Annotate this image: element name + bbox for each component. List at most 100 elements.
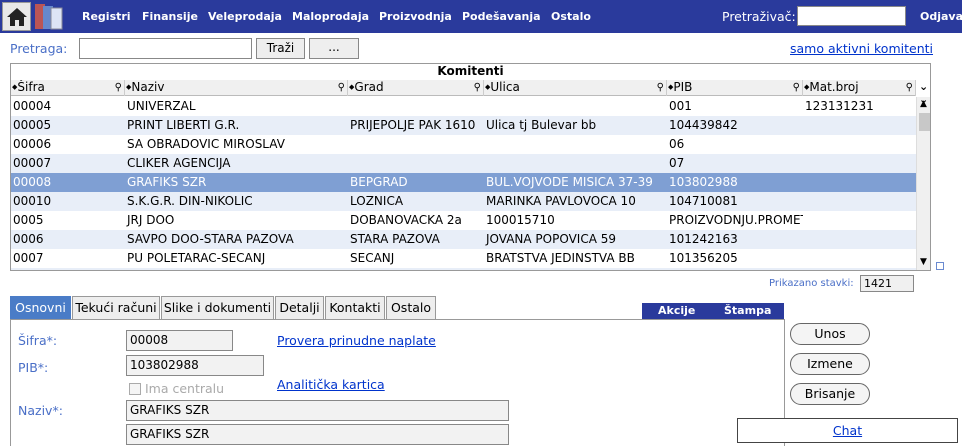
table-cell: 0007 [13, 251, 44, 265]
table-cell: 123131231 [805, 99, 874, 113]
table-cell: 00006 [13, 137, 52, 151]
prikazano-count: 1421 [860, 275, 914, 292]
tab-ostalo[interactable]: Ostalo [386, 296, 436, 319]
table-row[interactable]: 00007 CLIKER AGENCIJA 07 [11, 154, 916, 173]
nav-proizvodnja[interactable]: Proizvodnja [379, 10, 452, 23]
table-cell: BRATSTVA JEDINSTVA BB [486, 251, 635, 265]
naziv-field[interactable]: GRAFIKS SZR [126, 400, 509, 421]
magnifier-icon[interactable]: ⚲ [793, 80, 800, 95]
tab-slike-i-dokumenti[interactable]: Slike i dokumenti [161, 296, 274, 319]
nav-ostalo[interactable]: Ostalo [551, 10, 591, 23]
active-komitenti-link[interactable]: samo aktivni komitenti [790, 41, 933, 56]
magnifier-icon[interactable]: ⚲ [474, 80, 481, 95]
table-cell [348, 135, 484, 154]
akcije-menu[interactable]: Akcije [658, 304, 695, 317]
izmene-button[interactable]: Izmene [790, 353, 870, 375]
column-header[interactable]: ◆Mat.broj ⚲ [803, 80, 916, 96]
nav-maloprodaja[interactable]: Maloprodaja [292, 10, 369, 23]
column-header[interactable]: ◆Ulica ⚲ [484, 80, 667, 96]
table-row[interactable]: 0006 SAVPO DOO-STARA PAZOVA STARA PAZOVA JO… [11, 230, 916, 249]
grid-title: Komitenti [437, 64, 504, 78]
table-cell: 00004 [13, 99, 52, 113]
magnifier-icon[interactable]: ⚲ [906, 80, 913, 95]
more-options-button[interactable]: ... [309, 38, 359, 59]
tab-detalji[interactable]: Detalji [275, 296, 324, 319]
table-cell [803, 249, 916, 268]
tab-kontakti[interactable]: Kontakti [325, 296, 385, 319]
stampa-menu[interactable]: Štampa [724, 304, 771, 317]
column-header[interactable]: ◆Šifra ⚲ [11, 80, 125, 96]
magnifier-icon[interactable]: ⚲ [338, 80, 345, 95]
sifra-label: Šifra*: [18, 333, 58, 348]
table-cell: 100015710 [486, 213, 555, 227]
sifra-field[interactable]: 00008 [126, 330, 233, 351]
prikazano-label: Prikazano stavki: [769, 278, 854, 289]
naziv2-field[interactable]: GRAFIKS SZR [126, 424, 509, 445]
ima-centralu-checkbox[interactable] [129, 383, 141, 395]
table-cell: 0008 [11, 268, 124, 270]
table-cell [484, 154, 667, 173]
table-cell [803, 192, 916, 211]
home-button[interactable] [2, 2, 31, 31]
pretraga-input[interactable] [79, 38, 252, 59]
table-row[interactable]: 0008PREDUZECE KNJIZARA MAKS DOOMLADENOVA… [11, 268, 916, 270]
brisanje-button[interactable]: Brisanje [790, 383, 870, 405]
table-cell [803, 230, 916, 249]
table-row[interactable]: 0005 JRJ DOO DOBANOVACKA 2a 100015710 PROIZV… [11, 211, 916, 230]
magnifier-icon[interactable]: ⚲ [657, 80, 664, 95]
magnifier-icon[interactable]: ⚲ [115, 80, 122, 95]
table-cell: CLIKER AGENCIJA [127, 156, 231, 170]
analiticka-kartica-link[interactable]: Analitička kartica [277, 377, 385, 392]
global-search-label: Pretraživač: [722, 9, 796, 24]
tab-tekuci-racuni[interactable]: Tekući računi [72, 296, 160, 319]
grid-settings-icon[interactable] [936, 262, 944, 270]
table-cell: 07 [669, 156, 685, 170]
nav-podesavanja[interactable]: Podešavanja [462, 10, 541, 23]
search-button[interactable]: Traži [256, 38, 305, 59]
table-cell: KRALJA ALEKSANDRA OBRENOVICA [484, 268, 667, 270]
table-cell: BUL.VOJVODE MISICA 37-39 [486, 175, 653, 189]
pib-field[interactable]: 103802988 [126, 355, 264, 376]
column-header-label: Mat.broj [809, 80, 859, 94]
scroll-down-icon[interactable]: ▼ [920, 257, 927, 267]
tab-osnovni[interactable]: Osnovni [10, 296, 71, 319]
column-header[interactable]: ◆Naziv ⚲ [125, 80, 348, 96]
table-cell [348, 154, 484, 173]
table-cell: GRAFIKS SZR [127, 175, 207, 189]
table-cell: 103802988 [669, 175, 738, 189]
table-cell [803, 268, 916, 270]
table-row[interactable]: 0007 PU POLETARAC-SECANJ SECANJ BRATSTVA JE… [11, 249, 916, 268]
table-row[interactable]: 00005 PRINT LIBERTI G.R. PRIJEPOLJE PAK 16… [11, 116, 916, 135]
collapse-icon[interactable]: ⌄ ⌄ [919, 80, 928, 106]
column-header-label: Ulica [490, 80, 520, 94]
table-cell: Ulica tj Bulevar bb [486, 118, 597, 132]
table-cell: JOVANA POPOVICA 59 [486, 232, 616, 246]
table-cell: BEPGRAD [350, 175, 408, 189]
komitenti-grid: Komitenti ◆Šifra ⚲ ◆Naziv ⚲ ◆Grad ⚲ ◆Ulica ⚲ ◆PI… [10, 63, 931, 271]
table-row[interactable]: 00004 UNIVERZAL 001 123131231 [11, 97, 916, 116]
table-cell [803, 211, 916, 230]
unos-button[interactable]: Unos [790, 323, 870, 345]
pretraga-label: Pretraga: [10, 41, 68, 56]
chat-link[interactable]: Chat [833, 423, 862, 438]
column-header[interactable]: ◆PIB ⚲ [667, 80, 803, 96]
top-nav-bar: Registri Finansije Veleprodaja Maloproda… [0, 0, 962, 33]
table-row[interactable]: 00008 GRAFIKS SZR BEPGRAD BUL.VOJVODE MISIC… [11, 173, 916, 192]
table-cell [803, 173, 916, 192]
table-cell: 00007 [13, 156, 52, 170]
table-row[interactable]: 00006 SA OBRADOVIC MIROSLAV 06 [11, 135, 916, 154]
grid-scrollbar[interactable]: ▲ ▼ [916, 97, 930, 270]
chat-panel[interactable]: Chat [737, 418, 958, 443]
app-logo-icon [35, 4, 63, 30]
home-icon [7, 8, 27, 26]
nav-veleprodaja[interactable]: Veleprodaja [208, 10, 282, 23]
table-cell: STARA PAZOVA [350, 232, 440, 246]
scroll-thumb[interactable] [919, 113, 930, 131]
table-row[interactable]: 00010 S.K.G.R. DIN-NIKOLIC LOZNICA MARINKA … [11, 192, 916, 211]
provera-naplate-link[interactable]: Provera prinudne naplate [277, 333, 436, 348]
nav-finansije[interactable]: Finansije [142, 10, 198, 23]
column-header[interactable]: ◆Grad ⚲ [348, 80, 484, 96]
global-search-input[interactable] [797, 6, 906, 26]
nav-registri[interactable]: Registri [82, 10, 131, 23]
logout-link[interactable]: Odjava [920, 10, 962, 23]
